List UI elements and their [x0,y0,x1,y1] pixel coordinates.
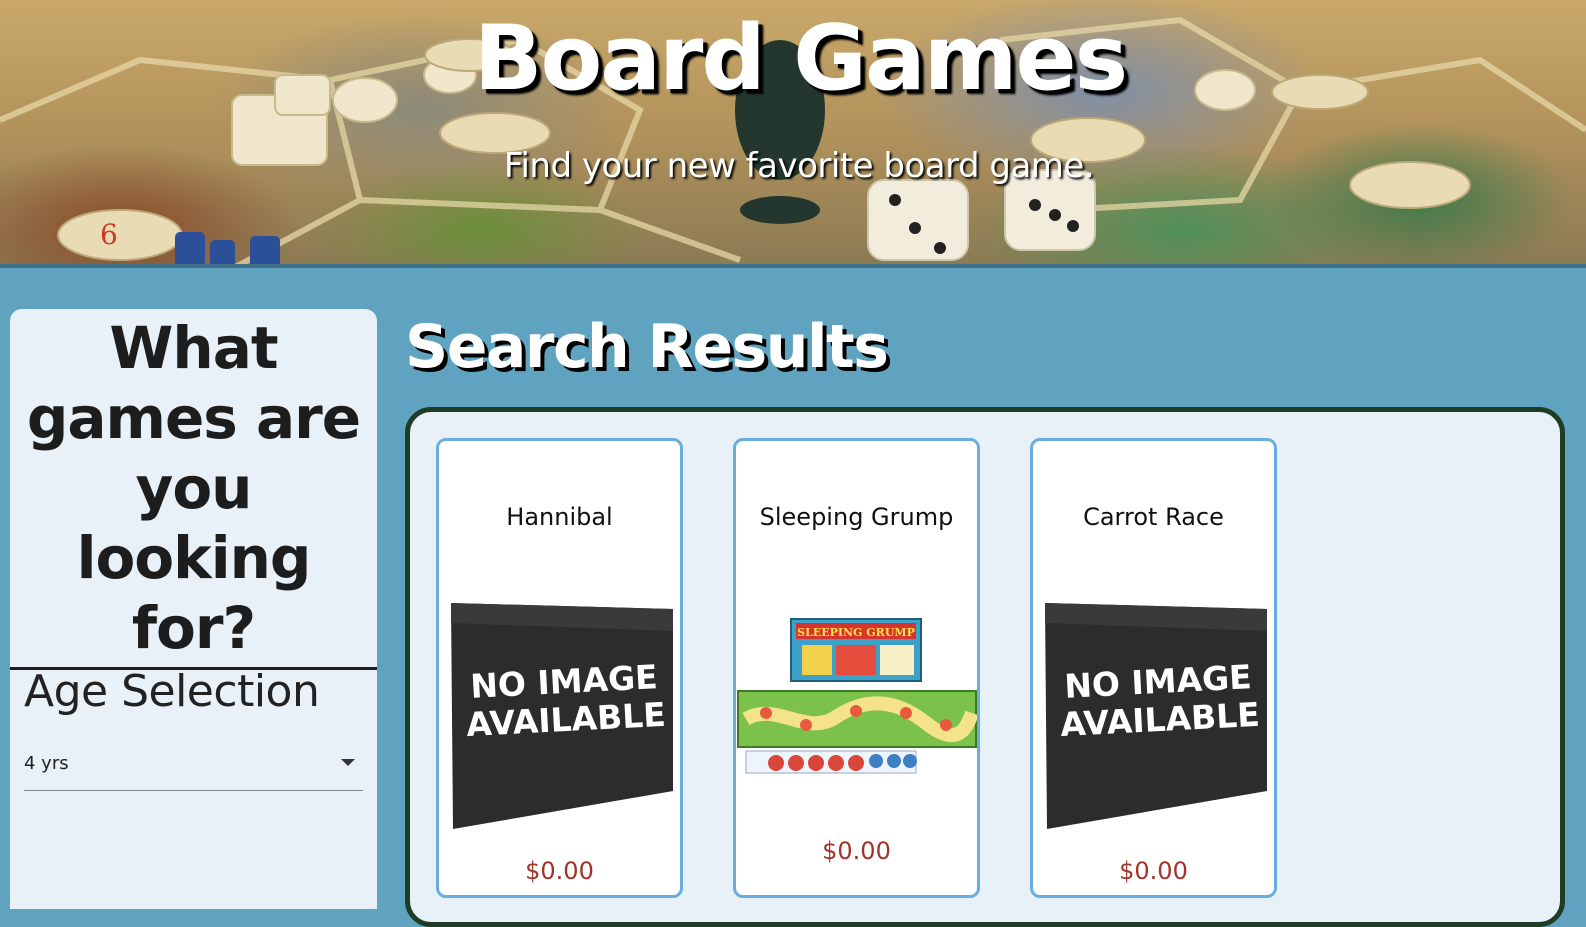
game-name: Carrot Race [1083,503,1224,531]
game-box-image: SLEEPING GRUMP [737,618,977,774]
no-image-placeholder: NO IMAGEAVAILABLE [451,603,673,829]
age-select[interactable]: 4 yrs [24,745,363,791]
svg-text:NO IMAGEAVAILABLE: NO IMAGEAVAILABLE [1057,657,1260,744]
filter-sidebar: What games are you looking for? Age Sele… [10,309,377,909]
game-card[interactable]: Hannibal NO IMAGEAVAILABLE $0.00 [436,438,683,898]
svg-text:6: 6 [100,218,118,251]
game-price: $0.00 [525,857,594,885]
age-selection-label: Age Selection [24,666,320,717]
game-card[interactable]: Sleeping Grump SLEEPING GRUMP $0.00 [733,438,980,898]
site-subtitle: Find your new favorite board game. [503,146,1095,186]
hero-banner: 6 Board Games Find your new favorite boa… [0,0,1586,267]
game-name: Sleeping Grump [759,503,954,531]
game-card[interactable]: Carrot Race NO IMAGEAVAILABLE $0.00 [1030,438,1277,898]
game-price: $0.00 [1119,857,1188,885]
no-image-placeholder: NO IMAGEAVAILABLE [1045,603,1267,829]
caret-down-icon [341,759,355,766]
site-title: Board Games [473,6,1128,111]
game-name: Hannibal [506,503,613,531]
hero-divider [0,264,1586,268]
svg-text:SLEEPING GRUMP: SLEEPING GRUMP [797,626,915,639]
sidebar-heading: What games are you looking for? [10,313,377,670]
game-price: $0.00 [822,837,891,865]
age-select-value: 4 yrs [24,753,69,774]
search-results-title: Search Results [405,312,889,382]
svg-text:NO IMAGEAVAILABLE: NO IMAGEAVAILABLE [463,657,666,744]
